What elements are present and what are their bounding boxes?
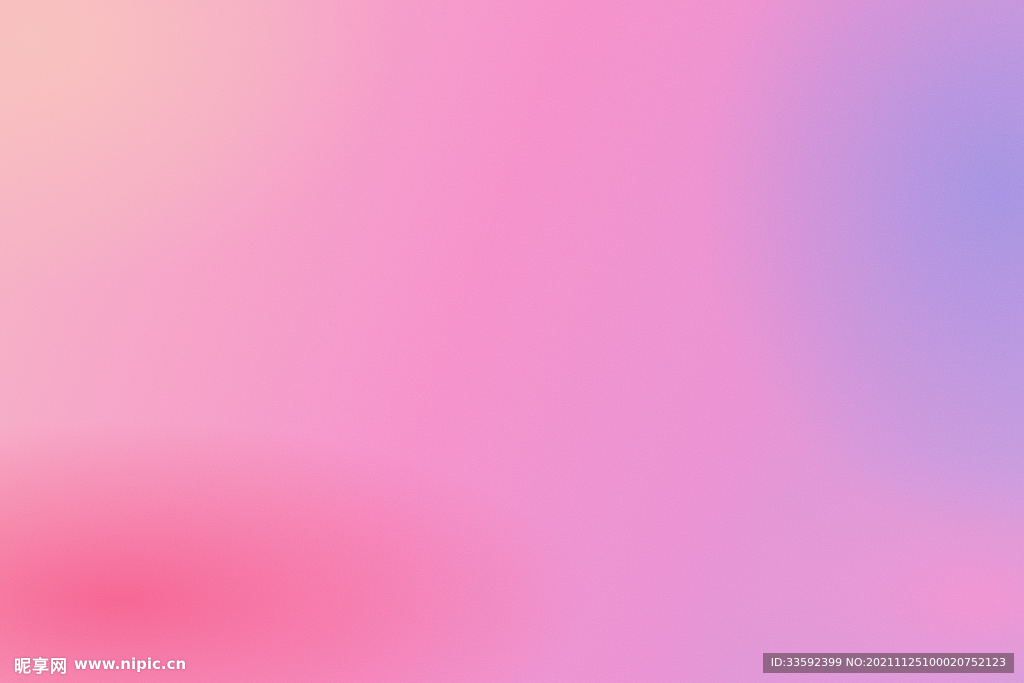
watermark-url: www.nipic.cn	[74, 655, 187, 673]
watermark-brand: 昵享网	[14, 656, 68, 677]
image-id-label: ID:33592399 NO:20211125100020752123	[762, 653, 1014, 673]
gradient-background	[0, 0, 1024, 683]
site-watermark: 昵享网 www.nipic.cn	[14, 650, 186, 678]
grain-texture	[0, 0, 1024, 683]
